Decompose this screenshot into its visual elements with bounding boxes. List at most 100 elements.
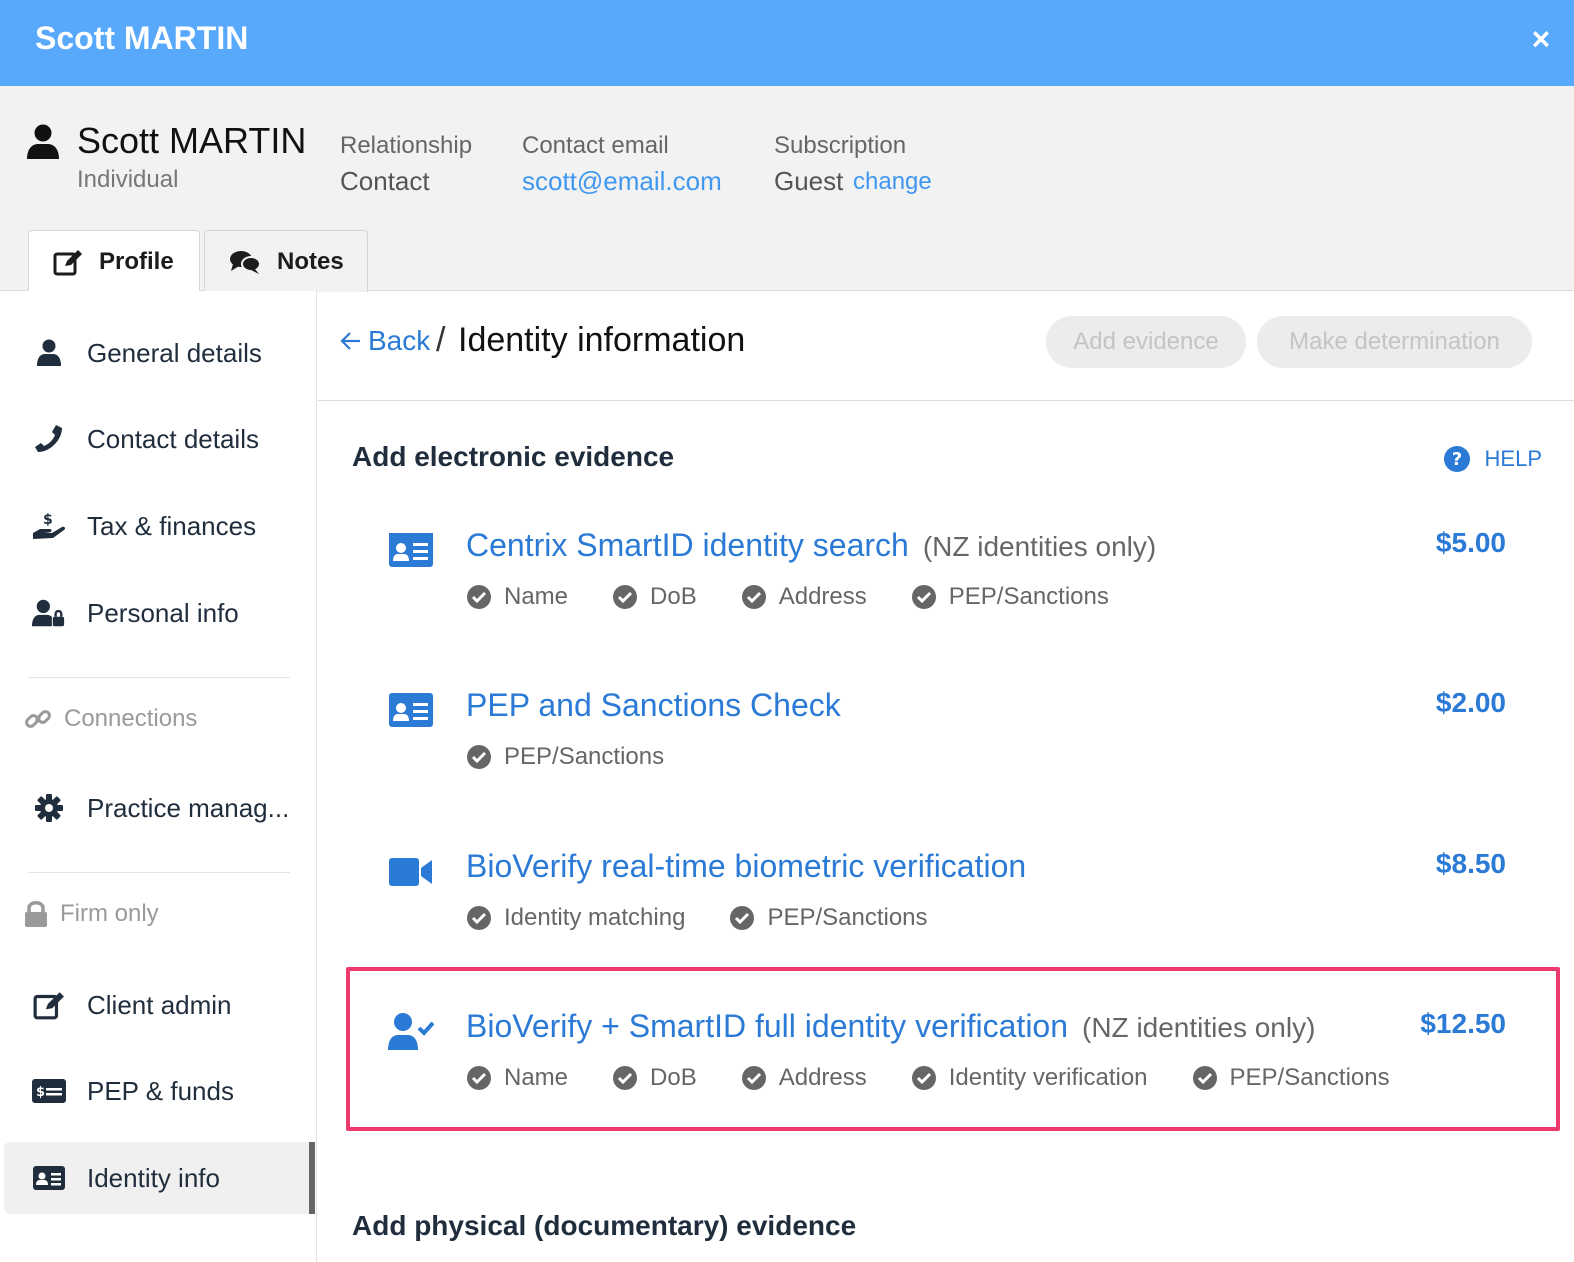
id-card-icon [389,693,433,727]
check-circle-icon [467,745,491,769]
id-card-icon [32,1161,66,1195]
back-label: Back [368,325,431,356]
evidence-price: $8.50 [1435,848,1506,879]
user-icon [27,124,59,159]
subscription-value: Guest [774,166,844,196]
main-panel: Back / Identity information Add evidence… [318,291,1574,1262]
phone-icon [32,422,66,456]
back-link[interactable]: Back [340,325,430,357]
check-item: Name [466,1064,568,1092]
add-evidence-button[interactable]: Add evidence [1046,316,1246,368]
sidebar-divider [28,677,290,678]
check-item: PEP/Sanctions [911,583,1109,611]
sidebar-divider [28,872,290,873]
sidebar-item-personal-info[interactable]: Personal info [4,577,315,649]
sidebar-item-client-admin[interactable]: Client admin [4,969,315,1041]
sidebar: General details Contact details $ Tax & … [0,291,317,1262]
check-circle-icon [911,585,936,609]
user-check-icon [388,1013,434,1050]
subscription-change-link[interactable]: change [853,168,932,196]
money-card-icon: $ [32,1074,66,1108]
contact-name: Scott MARTIN [77,120,307,161]
check-item: Identity matching [466,904,685,932]
sidebar-item-general-details[interactable]: General details [4,317,315,389]
close-icon[interactable]: × [1526,22,1556,56]
sidebar-item-contact-details[interactable]: Contact details [4,403,315,475]
hand-dollar-icon: $ [32,509,66,543]
contact-header: Scott MARTIN Individual Relationship Con… [0,86,1574,293]
evidence-checks: Identity matching PEP/Sanctions [466,904,972,932]
sidebar-item-label: Practice manag... [87,792,290,823]
relationship-value: Contact [340,166,430,196]
evidence-price: $12.50 [1420,1008,1506,1039]
svg-text:$: $ [36,1085,45,1100]
evidence-price: $2.00 [1435,687,1506,718]
sidebar-section-label: Firm only [60,900,159,927]
sidebar-item-label: Identity info [87,1162,220,1193]
evidence-name: BioVerify real-time biometric verificati… [466,848,1027,884]
tab-profile-label: Profile [99,248,174,275]
evidence-name: Centrix SmartID identity search (NZ ident… [466,527,1157,563]
evidence-price: $5.00 [1435,527,1506,558]
help-link[interactable]: ? HELP [1443,445,1542,473]
user-lock-icon [32,596,66,630]
sidebar-item-label: Contact details [87,423,259,454]
id-card-icon [389,533,433,567]
svg-text:?: ? [1451,449,1461,470]
check-item: Name [466,583,568,611]
evidence-name: PEP and Sanctions Check [466,687,841,723]
sidebar-item-pep-funds[interactable]: $ PEP & funds [4,1055,315,1127]
check-circle-icon [741,1066,766,1090]
breadcrumb-separator: / [436,321,446,359]
check-circle-icon [613,585,638,609]
evidence-option-bioverify-smartid-full[interactable]: BioVerify + SmartID full identity verifi… [388,1008,1506,1098]
sidebar-item-practice-management[interactable]: Practice manag... [4,772,315,844]
evidence-option-pep-sanctions[interactable]: PEP and Sanctions Check $2.00 PEP/Sancti… [388,687,1506,777]
evidence-checks: Name DoB Address PEP/Sanctions [466,583,1153,611]
subscription-label: Subscription [774,132,907,159]
evidence-note: (NZ identities only) [1082,1012,1316,1043]
user-icon [32,336,66,370]
email-link[interactable]: scott@email.com [522,166,722,197]
check-circle-icon [741,585,766,609]
make-determination-button[interactable]: Make determination [1257,316,1532,368]
help-label: HELP [1484,446,1542,471]
check-item: Address [741,583,867,611]
check-item: DoB [612,583,697,611]
sidebar-section-firm-only: Firm only [24,900,159,928]
sidebar-section-connections[interactable]: Connections [24,705,197,733]
physical-evidence-heading: Add physical (documentary) evidence [352,1210,857,1241]
lock-icon [25,901,47,927]
evidence-checks: PEP/Sanctions [466,743,708,771]
evidence-option-centrix-smartid[interactable]: Centrix SmartID identity search (NZ ident… [388,527,1506,617]
check-circle-icon [911,1066,936,1090]
gear-icon [32,791,66,825]
tab-profile[interactable]: Profile [28,230,200,293]
sidebar-item-tax-finances[interactable]: $ Tax & finances [4,490,315,562]
sidebar-section-label: Connections [64,705,198,732]
evidence-name: BioVerify + SmartID full identity verifi… [466,1008,1316,1044]
check-item: Identity verification [911,1064,1148,1092]
tab-notes[interactable]: Notes [204,230,368,292]
evidence-option-bioverify-biometric[interactable]: BioVerify real-time biometric verificati… [388,848,1506,938]
comments-icon [230,250,261,274]
svg-text:$: $ [43,512,53,528]
page-title: Identity information [458,321,746,359]
sidebar-item-label: Tax & finances [87,510,257,541]
check-item: PEP/Sanctions [466,743,664,771]
check-circle-icon [467,906,491,930]
evidence-checks: Name DoB Address Identity verification P… [466,1064,1434,1092]
link-icon [25,710,51,728]
tab-notes-label: Notes [277,247,344,275]
email-label: Contact email [522,132,669,159]
video-icon [389,858,432,886]
check-item: PEP/Sanctions [1192,1064,1390,1092]
window-title: Scott MARTIN [35,20,249,56]
arrow-left-icon [340,332,360,350]
check-circle-icon [1192,1066,1217,1090]
sidebar-item-label: Personal info [87,597,239,628]
check-circle-icon [613,1066,638,1090]
check-item: PEP/Sanctions [729,904,928,932]
contact-type: Individual [77,166,179,193]
sidebar-item-identity-info[interactable]: Identity info [4,1142,315,1214]
